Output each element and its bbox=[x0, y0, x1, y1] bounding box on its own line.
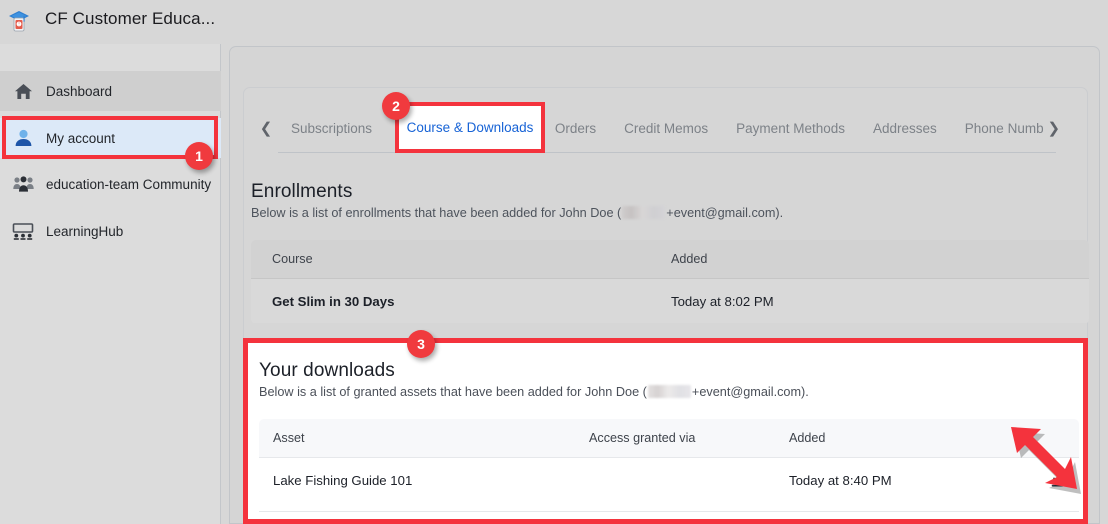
tab-course-and-downloads-label[interactable]: Course & Downloads bbox=[395, 102, 545, 153]
enrollments-subtitle-suffix: +event@gmail.com). bbox=[666, 206, 784, 220]
chevron-left-icon[interactable]: ❮ bbox=[255, 108, 277, 148]
sidebar-item-community-label: education-team Community bbox=[46, 176, 212, 192]
tab-subscriptions[interactable]: Subscriptions bbox=[277, 106, 386, 150]
sidebar-item-learninghub-label: LearningHub bbox=[46, 223, 124, 239]
sidebar-item-dashboard-label: Dashboard bbox=[46, 83, 113, 99]
tab-orders[interactable]: Orders bbox=[541, 106, 610, 150]
column-header-added: Added bbox=[789, 431, 826, 445]
download-icon[interactable] bbox=[1050, 472, 1065, 488]
cell-course: Get Slim in 30 Days bbox=[272, 293, 395, 309]
enrollments-table-header: Course Added bbox=[251, 240, 1089, 278]
download-button[interactable] bbox=[1009, 472, 1075, 488]
classroom-icon bbox=[10, 220, 36, 242]
graduation-cap-logo-icon: ! bbox=[7, 9, 31, 35]
column-header-course: Course bbox=[272, 252, 313, 266]
annotation-badge-2: 2 bbox=[382, 92, 410, 120]
tab-addresses[interactable]: Addresses bbox=[859, 106, 951, 150]
chevron-right-icon[interactable]: ❯ bbox=[1043, 108, 1065, 148]
masked-email-redaction bbox=[622, 206, 666, 219]
account-tabs: ❮ Subscriptions Course & Downloads Order… bbox=[255, 104, 1077, 152]
column-header-added: Added bbox=[671, 252, 708, 266]
downloads-subtitle: Below is a list of granted assets that h… bbox=[259, 385, 809, 399]
downloads-table-bottom-divider bbox=[259, 511, 1079, 512]
tab-payment-methods[interactable]: Payment Methods bbox=[722, 106, 859, 150]
downloads-subtitle-suffix: +event@gmail.com). bbox=[691, 385, 809, 399]
cell-added: Today at 8:40 PM bbox=[789, 472, 892, 488]
app-titlebar: ! CF Customer Educa... bbox=[0, 0, 1108, 44]
cell-added: Today at 8:02 PM bbox=[671, 293, 774, 309]
downloads-table: Asset Access granted via Added Lake Fish… bbox=[259, 419, 1079, 511]
enrollments-subtitle: Below is a list of enrollments that have… bbox=[251, 206, 783, 220]
column-header-access-granted-via: Access granted via bbox=[589, 431, 696, 445]
tab-phone-numbers[interactable]: Phone Numbers bbox=[951, 106, 1043, 150]
downloads-table-row: Lake Fishing Guide 101 Today at 8:40 PM bbox=[259, 458, 1079, 502]
app-title: CF Customer Educa... bbox=[45, 9, 216, 28]
masked-email-redaction bbox=[647, 385, 691, 398]
enrollments-title: Enrollments bbox=[251, 181, 353, 202]
column-header-asset: Asset bbox=[273, 431, 305, 445]
svg-text:!: ! bbox=[18, 22, 20, 28]
tab-credit-memos[interactable]: Credit Memos bbox=[610, 106, 722, 150]
cell-asset: Lake Fishing Guide 101 bbox=[273, 472, 413, 488]
downloads-table-header: Asset Access granted via Added bbox=[259, 419, 1079, 457]
annotation-badge-3: 3 bbox=[407, 330, 435, 358]
screen-root: ! CF Customer Educa... Dashboard My acco… bbox=[0, 0, 1108, 524]
sidebar-item-dashboard[interactable]: Dashboard bbox=[0, 71, 221, 111]
downloads-title: Your downloads bbox=[259, 360, 395, 381]
enrollments-table-row: Get Slim in 30 Days Today at 8:02 PM bbox=[251, 279, 1089, 323]
people-group-icon bbox=[10, 173, 36, 195]
enrollments-subtitle-prefix: Below is a list of enrollments that have… bbox=[251, 206, 622, 220]
annotation-badge-1: 1 bbox=[185, 142, 213, 170]
sidebar-item-community[interactable]: education-team Community bbox=[0, 164, 221, 204]
enrollments-table: Course Added Get Slim in 30 Days Today a… bbox=[251, 240, 1089, 324]
sidebar-item-learninghub[interactable]: LearningHub bbox=[0, 211, 221, 251]
downloads-subtitle-prefix: Below is a list of granted assets that h… bbox=[259, 385, 647, 399]
home-icon bbox=[10, 80, 36, 102]
